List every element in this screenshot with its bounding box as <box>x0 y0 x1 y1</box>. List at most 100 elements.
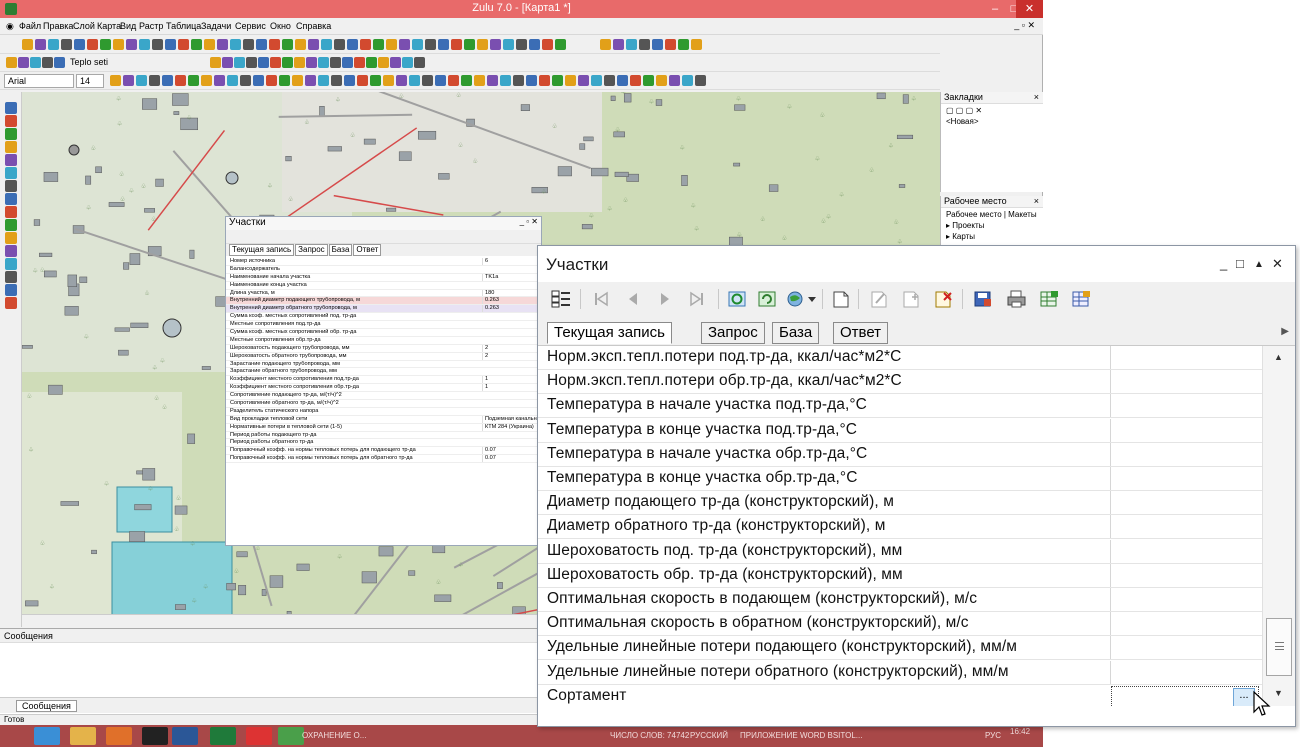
row-value[interactable] <box>1110 563 1262 587</box>
toolbar-button-icon[interactable] <box>448 75 459 86</box>
tool-icon[interactable] <box>5 258 17 270</box>
small-row-value[interactable]: TK1a <box>482 273 498 281</box>
toolbar-button-icon[interactable] <box>269 39 280 50</box>
tool-icon[interactable] <box>5 232 17 244</box>
menu-item-service[interactable]: Сервис <box>235 21 266 31</box>
small-table-row[interactable]: Сумма коэф. местных сопротивлений обр. т… <box>226 329 541 337</box>
toolbar-button-icon[interactable] <box>354 57 365 68</box>
toolbar-button-icon[interactable] <box>539 75 550 86</box>
pdf-icon[interactable] <box>246 727 272 745</box>
small-row-value[interactable]: 2 <box>482 352 488 360</box>
close-icon[interactable]: × <box>1034 92 1039 102</box>
menu-item-table[interactable]: Таблица <box>166 21 201 31</box>
toolbar-button-icon[interactable] <box>266 75 277 86</box>
small-table-row[interactable]: Зарастание обратного трубопровода, мм <box>226 368 541 377</box>
toolbar-button-icon[interactable] <box>123 75 134 86</box>
toolbar-button-icon[interactable] <box>230 39 241 50</box>
small-table-row[interactable]: Поправочный коэфф. на нормы тепловых пот… <box>226 447 541 456</box>
tool-icon[interactable] <box>5 115 17 127</box>
small-row-value[interactable]: 0.07 <box>482 447 496 455</box>
toolbar-button-icon[interactable] <box>513 75 524 86</box>
row-value[interactable] <box>1110 442 1262 466</box>
toolbar-button-icon[interactable] <box>306 57 317 68</box>
toolbar-button-icon[interactable] <box>643 75 654 86</box>
small-row-value[interactable]: 0.263 <box>482 297 499 305</box>
first-record-icon[interactable] <box>590 289 612 309</box>
toolbar-button-icon[interactable] <box>305 75 316 86</box>
toolbar-button-icon[interactable] <box>435 75 446 86</box>
toolbar-button-icon[interactable] <box>282 57 293 68</box>
tab-answer[interactable]: Ответ <box>833 322 889 344</box>
toolbar-button-icon[interactable] <box>678 39 689 50</box>
toolbar-button-icon[interactable] <box>526 75 537 86</box>
row-value[interactable] <box>1110 539 1262 563</box>
media-icon[interactable] <box>142 727 168 745</box>
menu-item-help[interactable]: Справка <box>296 21 331 31</box>
row-value[interactable] <box>1110 370 1262 394</box>
row-value[interactable] <box>1110 418 1262 442</box>
table-settings-icon[interactable] <box>1070 289 1092 309</box>
menu-item-tasks[interactable]: Задачи <box>201 21 231 31</box>
toolbar-button-icon[interactable] <box>204 39 215 50</box>
toolbar-button-icon[interactable] <box>600 39 611 50</box>
toolbar-button-icon[interactable] <box>100 39 111 50</box>
toolbar-button-icon[interactable] <box>253 75 264 86</box>
fields-icon[interactable] <box>550 289 572 309</box>
toolbar-button-icon[interactable] <box>201 75 212 86</box>
table-row[interactable]: Оптимальная скорость в подающем (констру… <box>538 588 1262 612</box>
toolbar-button-icon[interactable] <box>330 57 341 68</box>
toolbar-button-icon[interactable] <box>399 39 410 50</box>
toolbar-button-icon[interactable] <box>451 39 462 50</box>
toolbar-button-icon[interactable] <box>342 57 353 68</box>
toolbar-button-icon[interactable] <box>87 39 98 50</box>
chevron-down-icon[interactable] <box>806 289 818 309</box>
ie-icon[interactable] <box>34 727 60 745</box>
save-record-icon[interactable] <box>972 289 994 309</box>
toolbar-button-icon[interactable] <box>347 39 358 50</box>
firefox-icon[interactable] <box>106 727 132 745</box>
toolbar-button-icon[interactable] <box>110 75 121 86</box>
toolbar-button-icon[interactable] <box>477 39 488 50</box>
table-row[interactable]: Температура в конце участка под.тр-да,°С <box>538 418 1262 443</box>
small-table-row[interactable]: Разделитель статического напора <box>226 408 541 416</box>
toolbar-button-icon[interactable] <box>61 39 72 50</box>
toolbar-button-icon[interactable] <box>74 39 85 50</box>
tool-icon[interactable] <box>5 284 17 296</box>
menu-item-edit[interactable]: Правка <box>43 21 73 31</box>
excel-icon[interactable] <box>210 727 236 745</box>
toolbar-button-icon[interactable] <box>227 75 238 86</box>
taskbar-item-word[interactable]: ПРИЛОЖЕНИЕ WORD BSITOL... <box>740 731 862 740</box>
toolbar-button-icon[interactable] <box>30 57 41 68</box>
table-row[interactable]: Шероховатость под. тр-да (конструкторски… <box>538 539 1262 564</box>
toolbar-button-icon[interactable] <box>669 75 680 86</box>
toolbar-button-icon[interactable] <box>136 75 147 86</box>
toolbar-button-icon[interactable] <box>178 39 189 50</box>
toolbar-button-icon[interactable] <box>542 39 553 50</box>
small-window-controls[interactable]: _ ▫ ✕ <box>520 217 538 226</box>
tool-icon[interactable] <box>5 128 17 140</box>
toolbar-button-icon[interactable] <box>240 75 251 86</box>
toolbar-button-icon[interactable] <box>113 39 124 50</box>
menu-item-window[interactable]: Окно <box>270 21 291 31</box>
prev-record-icon[interactable] <box>622 289 644 309</box>
toolbar-button-icon[interactable] <box>425 39 436 50</box>
copy-record-icon[interactable] <box>900 289 922 309</box>
taskbar-lang[interactable]: РУС <box>985 731 1001 740</box>
row-value[interactable] <box>1110 515 1262 539</box>
tab-workspace[interactable]: Рабочее место <box>946 210 1002 219</box>
toolbar-button-icon[interactable] <box>366 57 377 68</box>
toolbar-button-icon[interactable] <box>516 39 527 50</box>
tool-icon[interactable] <box>5 297 17 309</box>
tool-icon[interactable] <box>5 154 17 166</box>
toolbar-button-icon[interactable] <box>217 39 228 50</box>
scroll-thumb[interactable] <box>1266 618 1292 676</box>
small-row-value[interactable]: 0.263 <box>482 305 499 313</box>
toolbar-button-icon[interactable] <box>503 39 514 50</box>
table-row[interactable]: Температура в начале участка обр.тр-да,°… <box>538 442 1262 467</box>
row-value[interactable] <box>1110 467 1262 490</box>
toolbar-button-icon[interactable] <box>617 75 628 86</box>
small-row-value[interactable]: КТМ 284 (Украина) <box>482 423 534 431</box>
menu-item-view[interactable]: Вид <box>120 21 136 31</box>
small-table-row[interactable]: Сопротивление подающего тр-да, м/(т/ч)^2 <box>226 392 541 401</box>
close-button[interactable]: ✕ <box>1016 0 1043 18</box>
